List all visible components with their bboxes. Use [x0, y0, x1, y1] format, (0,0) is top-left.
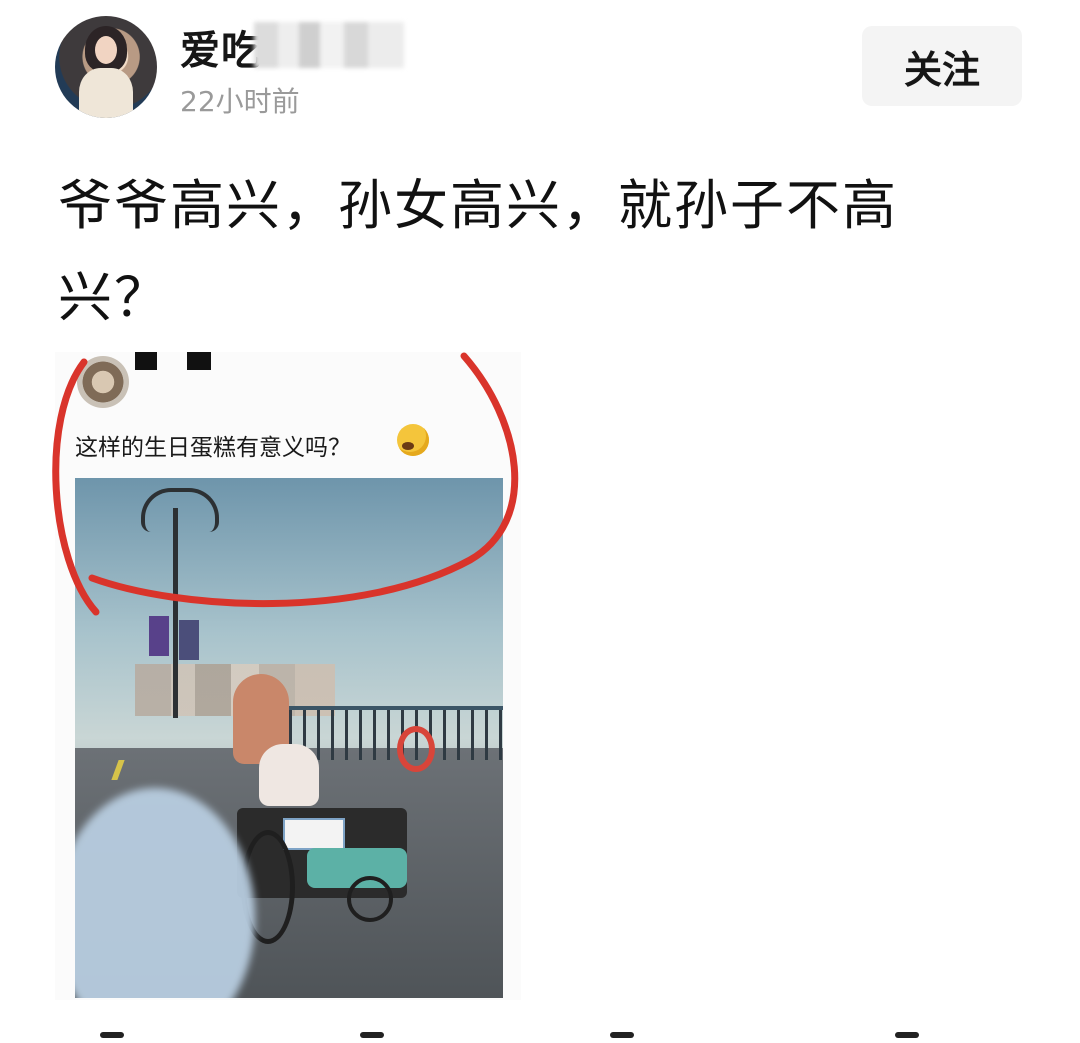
share-icon[interactable] — [100, 1032, 124, 1038]
avatar-dress — [79, 68, 133, 118]
grinning-sweat-emoji-icon — [397, 424, 429, 456]
photo-lifebuoy — [397, 726, 435, 772]
post-text: 爷爷高兴，孙女高兴，就孙子不高兴？ — [58, 174, 898, 329]
card-redaction-block — [135, 352, 157, 370]
more-icon[interactable] — [895, 1032, 919, 1038]
follow-button[interactable]: 关注 — [862, 26, 1022, 106]
like-icon[interactable] — [610, 1032, 634, 1038]
photo-banner — [179, 620, 199, 660]
post-photo[interactable] — [75, 478, 503, 998]
post-timestamp: 22小时前 — [180, 85, 300, 118]
username[interactable]: 爱吃 — [180, 18, 262, 76]
username-mosaic-redaction — [254, 22, 404, 68]
card-redaction-block — [187, 352, 211, 370]
photo-street-lamp-pole — [173, 508, 178, 718]
photo-banner — [149, 616, 169, 656]
card-avatar — [77, 356, 129, 408]
shared-screenshot-card[interactable]: 这样的生日蛋糕有意义吗？ — [55, 352, 521, 1000]
photo-wheel — [347, 876, 393, 922]
photo-cake-box — [283, 818, 345, 850]
card-caption: 这样的生日蛋糕有意义吗？ — [75, 435, 351, 461]
photo-street-lamp-head — [141, 488, 219, 532]
photo-girl — [259, 744, 319, 806]
avatar-face — [95, 36, 117, 64]
comment-icon[interactable] — [360, 1032, 384, 1038]
user-avatar[interactable] — [55, 16, 157, 118]
